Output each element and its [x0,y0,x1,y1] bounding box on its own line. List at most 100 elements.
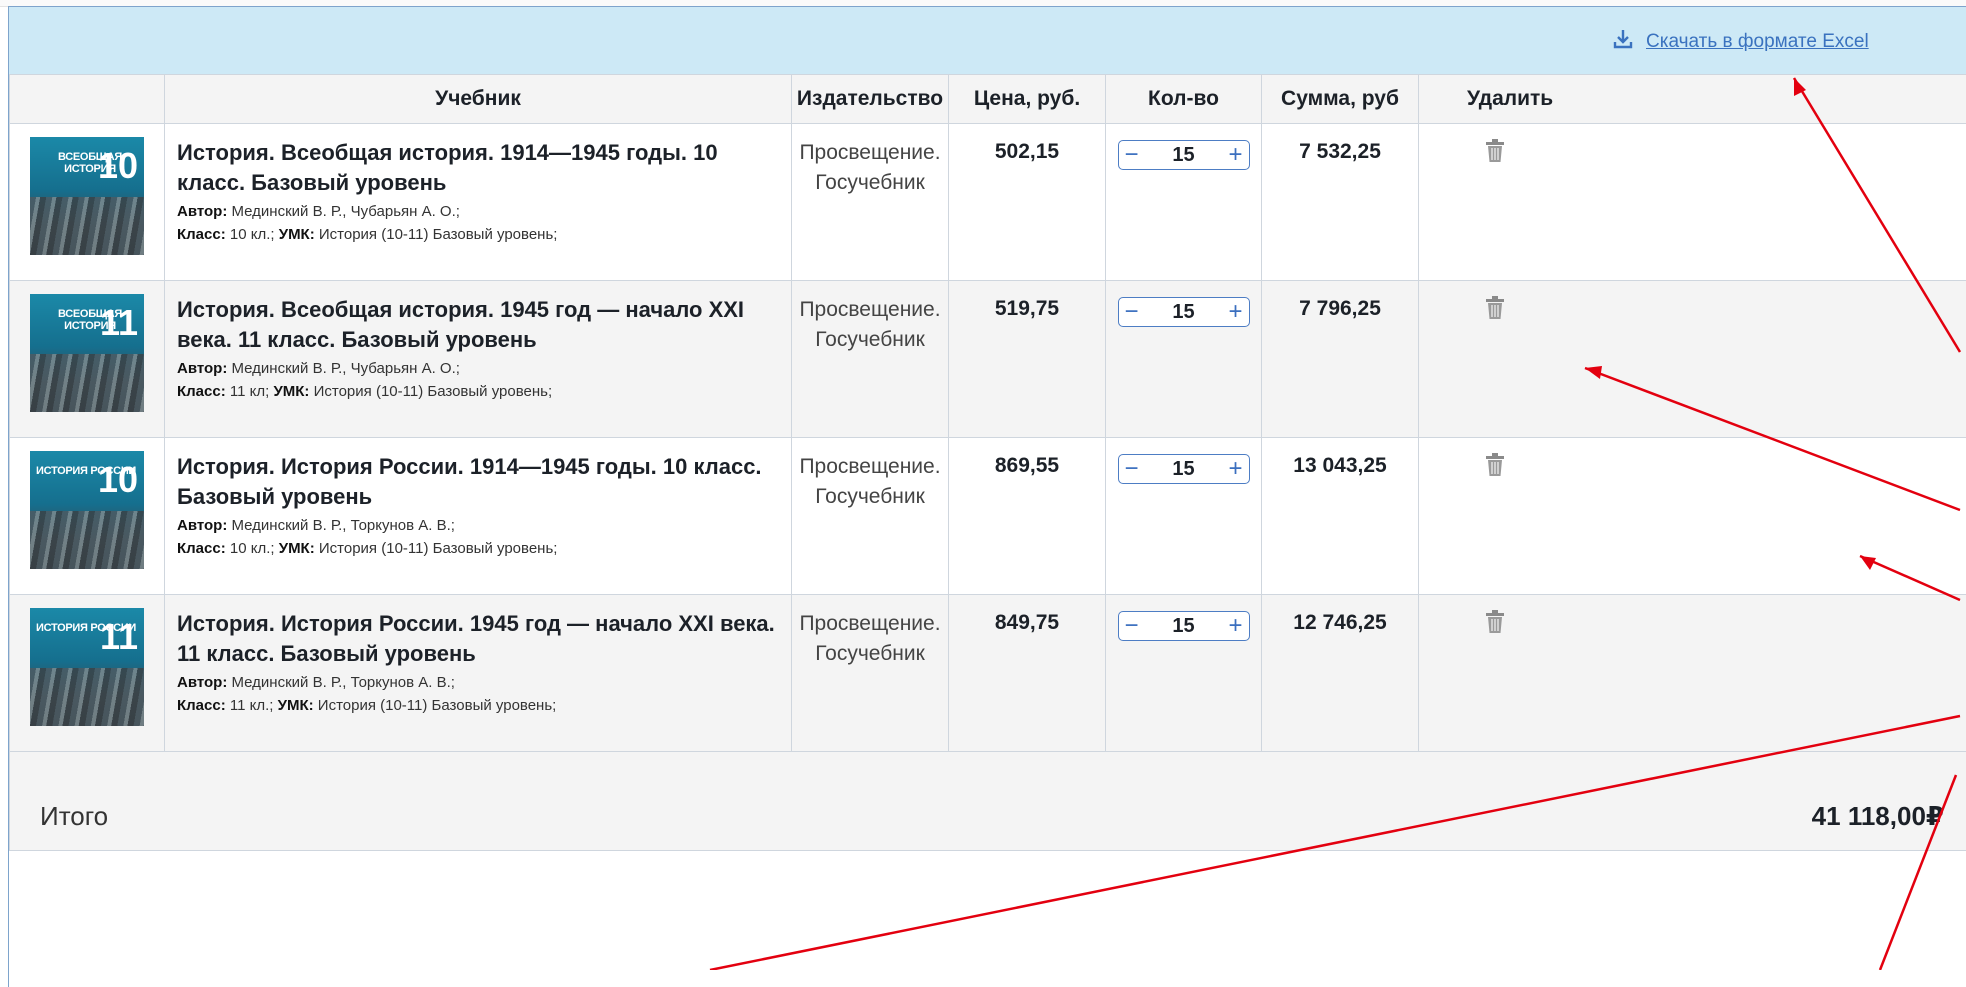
table-header-row: Учебник Издательство Цена, руб. Кол-во С… [10,75,1966,124]
qty-cell: − + [1106,124,1262,281]
price-cell: 519,75 [949,281,1106,438]
publisher-cell: Просвещение. Госучебник [792,595,949,752]
table-row: Всеобщая история 10 История. Всеобщая ис… [10,124,1966,281]
grade-label: Класс: [177,540,226,557]
quantity-input[interactable] [1154,300,1214,325]
price-cell: 502,15 [949,124,1106,281]
download-icon [1612,28,1634,56]
header-price: Цена, руб. [949,75,1106,124]
increase-qty-button[interactable]: + [1223,142,1249,168]
cover-number: 11 [100,616,138,658]
header-publisher: Издательство [792,75,949,124]
book-grade: 10 кл.; [230,540,275,557]
cover-cell: История России 10 [10,438,165,595]
decrease-qty-button[interactable]: − [1119,299,1145,325]
price-cell: 869,55 [949,438,1106,595]
cover-artwork [30,197,144,255]
cover-cell: Всеобщая история 11 [10,281,165,438]
trash-icon[interactable] [1484,138,1506,169]
book-author-line: Автор: Мединский В. Р., Торкунов А. В.; [177,671,777,694]
decrease-qty-button[interactable]: − [1119,613,1145,639]
book-grade: 11 кл.; [230,697,274,714]
book-grade-line: Класс: 11 кл.; УМК: История (10-11) Базо… [177,694,777,717]
price-value: 869,55 [995,454,1059,477]
sum-value: 13 043,25 [1293,454,1386,477]
decrease-qty-button[interactable]: − [1119,456,1145,482]
trash-icon[interactable] [1484,609,1506,640]
sum-cell: 13 043,25 [1262,438,1419,595]
book-title-link[interactable]: История. Всеобщая история. 1914—1945 год… [177,138,777,198]
price-value: 849,75 [995,611,1059,634]
increase-qty-button[interactable]: + [1223,456,1249,482]
sum-value: 12 746,25 [1293,611,1386,634]
trash-icon[interactable] [1484,452,1506,483]
header-sum: Сумма, руб [1262,75,1419,124]
book-author-line: Автор: Мединский В. Р., Торкунов А. В.; [177,514,777,537]
book-cell: История. Всеобщая история. 1945 год — на… [165,281,792,438]
delete-cell [1419,438,1966,595]
grade-label: Класс: [177,383,226,400]
umk-label: УМК: [278,697,314,714]
book-author: Мединский В. Р., Торкунов А. В.; [232,517,455,534]
quantity-input[interactable] [1154,614,1214,639]
header-cover [10,75,165,124]
decrease-qty-button[interactable]: − [1119,142,1145,168]
book-author: Мединский В. Р., Чубарьян А. О.; [232,203,460,220]
quantity-input[interactable] [1154,143,1214,168]
download-excel-link[interactable]: Скачать в формате Excel [1612,28,1869,56]
book-cover-image[interactable]: История России 10 [30,451,144,569]
header-book: Учебник [165,75,792,124]
book-cover-image[interactable]: История России 11 [30,608,144,726]
sum-cell: 7 796,25 [1262,281,1419,438]
book-title-link[interactable]: История. История России. 1945 год — нача… [177,609,777,669]
delete-cell [1419,595,1966,752]
cover-artwork [30,668,144,726]
cover-number: 11 [100,302,138,344]
cart-table: Учебник Издательство Цена, руб. Кол-во С… [9,74,1966,851]
book-author-line: Автор: Мединский В. Р., Чубарьян А. О.; [177,200,777,223]
book-umk: История (10-11) Базовый уровень; [319,226,558,243]
price-value: 502,15 [995,140,1059,163]
publisher-name: Просвещение. Госучебник [799,141,940,194]
quantity-input[interactable] [1154,457,1214,482]
book-cell: История. Всеобщая история. 1914—1945 год… [165,124,792,281]
header-delete: Удалить [1419,75,1966,124]
delete-cell [1419,281,1966,438]
book-cover-image[interactable]: Всеобщая история 10 [30,137,144,255]
umk-label: УМК: [279,226,315,243]
book-title-link[interactable]: История. История России. 1914—1945 годы.… [177,452,777,512]
grade-label: Класс: [177,226,226,243]
table-row: История России 10 История. История Росси… [10,438,1966,595]
sum-value: 7 532,25 [1299,140,1381,163]
trash-icon[interactable] [1484,295,1506,326]
publisher-name: Просвещение. Госучебник [799,298,940,351]
book-title-link[interactable]: История. Всеобщая история. 1945 год — на… [177,295,777,355]
increase-qty-button[interactable]: + [1223,613,1249,639]
cover-artwork [30,354,144,412]
cover-artwork [30,511,144,569]
publisher-cell: Просвещение. Госучебник [792,281,949,438]
author-label: Автор: [177,203,227,220]
qty-cell: − + [1106,281,1262,438]
price-value: 519,75 [995,297,1059,320]
book-umk: История (10-11) Базовый уровень; [318,697,557,714]
increase-qty-button[interactable]: + [1223,299,1249,325]
cover-number: 10 [98,459,138,501]
book-umk: История (10-11) Базовый уровень; [319,540,558,557]
qty-cell: − + [1106,438,1262,595]
total-row: Итого 41 118,00₽ [10,752,1966,851]
table-row: Всеобщая история 11 История. Всеобщая ис… [10,281,1966,438]
sum-cell: 7 532,25 [1262,124,1419,281]
quantity-stepper: − + [1118,611,1250,641]
qty-cell: − + [1106,595,1262,752]
author-label: Автор: [177,360,227,377]
book-grade: 10 кл.; [230,226,275,243]
header-qty: Кол-во [1106,75,1262,124]
book-cover-image[interactable]: Всеобщая история 11 [30,294,144,412]
author-label: Автор: [177,517,227,534]
publisher-cell: Просвещение. Госучебник [792,124,949,281]
grade-label: Класс: [177,697,226,714]
umk-label: УМК: [279,540,315,557]
total-value: 41 118,00₽ [1812,801,1944,832]
umk-label: УМК: [273,383,309,400]
